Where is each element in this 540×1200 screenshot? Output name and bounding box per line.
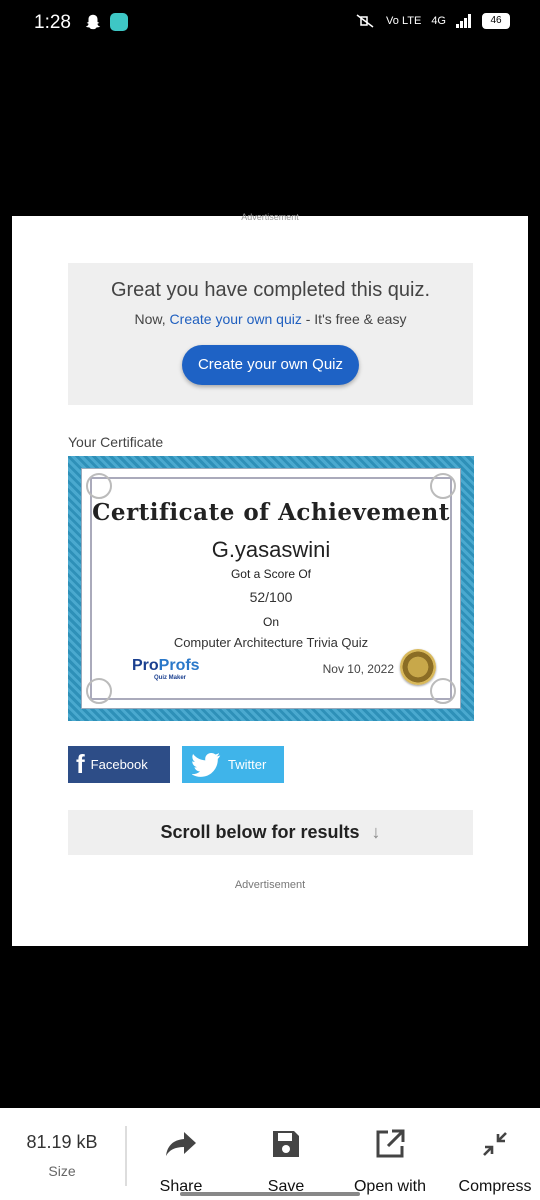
quiz-name: Computer Architecture Trivia Quiz <box>173 635 369 650</box>
battery-level: 46 <box>482 13 510 29</box>
recipient-name: G.yasaswini <box>211 537 331 562</box>
twitter-share-button[interactable]: Twitter <box>182 746 284 783</box>
ornament-icon <box>430 473 456 499</box>
promo-subtext: Now, Create your own quiz - It's free & … <box>134 311 407 327</box>
scroll-results-bar[interactable]: Scroll below for results ↓ <box>68 810 473 855</box>
proprofs-logo: ProProfs Quiz Maker <box>132 657 200 681</box>
completion-heading: Great you have completed this quiz. <box>110 279 431 301</box>
screenshot-preview: Advertisement Great you have completed t… <box>12 212 528 946</box>
score-label: Got a Score Of <box>230 567 312 581</box>
ad-label-top: Advertisement <box>241 212 299 222</box>
share-icon <box>166 1132 196 1156</box>
arrow-down-icon: ↓ <box>371 822 381 842</box>
divider <box>125 1126 127 1186</box>
file-size-value: 81.19 kB <box>26 1132 98 1152</box>
status-time: 1:28 <box>34 12 71 33</box>
certificate-label: Your Certificate <box>68 434 164 450</box>
messaging-app-icon <box>110 13 128 31</box>
quiz-complete-panel: Great you have completed this quiz. Now,… <box>68 263 473 405</box>
signal-label: 4G <box>431 15 446 27</box>
create-quiz-link[interactable]: Create your own quiz <box>170 311 302 327</box>
certificate: Certificate of Achievement G.yasaswini G… <box>68 456 474 721</box>
twitter-icon <box>192 752 221 777</box>
gold-seal-icon <box>400 649 436 685</box>
compress-icon <box>483 1132 507 1156</box>
certificate-date: Nov 10, 2022 <box>322 662 394 676</box>
save-icon <box>273 1131 299 1157</box>
open-with-button[interactable]: Open with <box>350 1126 430 1196</box>
facebook-icon: f <box>76 749 85 779</box>
signal-icon <box>456 14 471 28</box>
on-label: On <box>262 615 279 629</box>
compress-button[interactable]: Compress <box>455 1126 535 1196</box>
facebook-share-button[interactable]: f Facebook <box>68 746 170 783</box>
status-bar: 1:28 Vo LTE 4G 46 <box>0 0 540 48</box>
open-with-icon <box>376 1129 405 1158</box>
ad-label-bottom: Advertisement <box>234 879 306 891</box>
file-size: 81.19 kB Size <box>0 1132 124 1179</box>
ornament-icon <box>86 473 112 499</box>
bottom-action-bar: 81.19 kB Size Share Save Open with Compr… <box>0 1108 540 1200</box>
network-type: Vo LTE <box>386 15 422 27</box>
certificate-title: Certificate of Achievement <box>92 499 450 526</box>
home-indicator[interactable] <box>180 1192 360 1196</box>
ornament-icon <box>86 678 112 704</box>
snapchat-icon <box>85 14 101 30</box>
ornament-icon <box>430 678 456 704</box>
score-value: 52/100 <box>249 589 293 605</box>
mute-icon <box>356 14 374 28</box>
share-button[interactable]: Share <box>150 1126 212 1196</box>
save-button[interactable]: Save <box>255 1126 317 1196</box>
file-size-label: Size <box>48 1163 76 1179</box>
create-quiz-button[interactable]: Create your own Quiz <box>182 345 359 385</box>
